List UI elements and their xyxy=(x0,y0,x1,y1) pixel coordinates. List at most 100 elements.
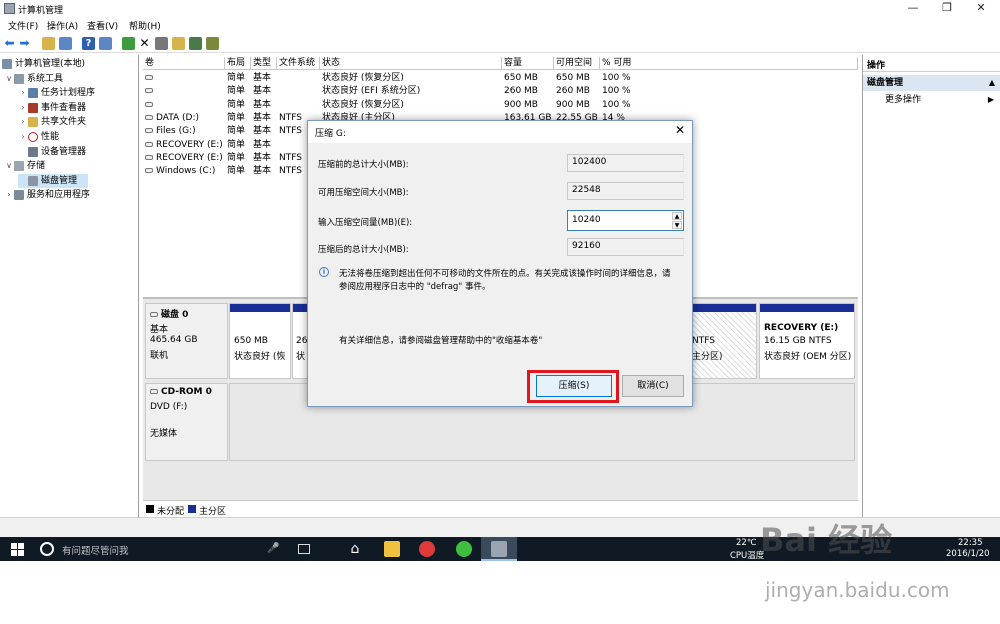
tree-system-tools[interactable]: ∨ 系统工具 xyxy=(4,72,63,86)
table-cell: 简单 xyxy=(227,166,246,177)
tree-shared-folders[interactable]: › 共享文件夹 xyxy=(18,115,86,129)
col-free[interactable]: 可用空间 xyxy=(554,57,600,70)
table-cell: 260 MB xyxy=(556,86,590,97)
table-cell xyxy=(143,99,225,112)
partition-status: 主分区) xyxy=(692,352,723,362)
maximize-button[interactable]: ❐ xyxy=(932,0,962,17)
windows-start-icon[interactable] xyxy=(11,543,24,556)
col-volume[interactable]: 卷 xyxy=(143,57,225,70)
cortana-search-box[interactable]: 有问题尽管问我 🎤 xyxy=(35,537,285,561)
minimize-button[interactable]: — xyxy=(898,0,928,17)
table-cell: 简单 xyxy=(227,126,246,137)
table-cell: 基本 xyxy=(253,139,272,150)
partition-size: 650 MB xyxy=(234,336,268,346)
shared-folder-icon xyxy=(28,116,38,127)
close-window-button[interactable]: ✕ xyxy=(966,0,996,17)
tools-icon xyxy=(14,73,24,84)
table-cell: RECOVERY (E:) xyxy=(143,139,225,152)
chevron-right-icon[interactable]: › xyxy=(18,101,28,115)
task-view-icon[interactable] xyxy=(298,544,310,554)
help-icon[interactable]: ? xyxy=(82,37,95,50)
legend: 未分配 主分区 xyxy=(143,500,858,517)
chevron-down-icon[interactable]: ∨ xyxy=(4,159,14,173)
col-layout[interactable]: 布局 xyxy=(225,57,251,70)
table-row[interactable]: 简单 基本 状态良好 (EFI 系统分区) 260 MB 260 MB 100 % xyxy=(143,85,663,98)
dialog-close-icon[interactable]: ✕ xyxy=(672,123,688,137)
partition-fs: NTFS xyxy=(692,336,715,346)
chevron-right-icon[interactable]: › xyxy=(18,86,28,100)
tree-storage[interactable]: ∨ 存储 xyxy=(4,159,45,173)
col-capacity[interactable]: 容量 xyxy=(502,57,554,70)
back-arrow-icon[interactable]: ⬅ xyxy=(3,37,16,50)
table-cell: 简单 xyxy=(227,112,246,123)
table-cell: 简单 xyxy=(227,86,246,97)
delete-icon[interactable]: ✕ xyxy=(138,37,151,50)
partition-recovery-650[interactable]: 650 MB 状态良好 (恢 xyxy=(229,303,291,379)
app-icon-green[interactable] xyxy=(456,541,472,557)
table-row[interactable]: 简单 基本 状态良好 (恢复分区) 650 MB 650 MB 100 % xyxy=(143,72,663,85)
cancel-button[interactable]: 取消(C) xyxy=(622,375,684,397)
file-explorer-icon[interactable] xyxy=(384,541,400,557)
chevron-down-icon[interactable]: ∨ xyxy=(4,72,14,86)
partition-recovery-e[interactable]: RECOVERY (E:) 16.15 GB NTFS 状态良好 (OEM 分区… xyxy=(759,303,855,379)
col-status[interactable]: 状态 xyxy=(320,57,502,70)
chevron-right-icon[interactable]: › xyxy=(4,188,14,202)
tree-disk-management[interactable]: 磁盘管理 xyxy=(18,174,88,188)
table-cell: 100 % xyxy=(602,86,631,97)
search-icon[interactable] xyxy=(189,37,202,50)
disk0-label[interactable]: 磁盘 0 基本 465.64 GB 联机 xyxy=(145,303,228,379)
cdrom0-label[interactable]: CD-ROM 0 DVD (F:) 无媒体 xyxy=(145,383,228,461)
table-cell: 650 MB xyxy=(556,73,590,83)
menu-action[interactable]: 操作(A) xyxy=(47,19,78,32)
partition-status: 状态良好 (恢 xyxy=(234,352,286,362)
check-icon[interactable] xyxy=(206,37,219,50)
computer-management-icon xyxy=(491,541,507,557)
disk0-type: 基本 xyxy=(150,325,169,335)
tree-root[interactable]: 计算机管理(本地) xyxy=(2,57,85,71)
tree-event-viewer[interactable]: › 事件查看器 xyxy=(18,101,86,115)
legend-primary: 主分区 xyxy=(199,507,227,517)
shrink-amount-input[interactable]: 10240 ▲ ▼ xyxy=(567,210,684,231)
col-filesystem[interactable]: 文件系统 xyxy=(277,57,320,70)
up-folder-icon[interactable] xyxy=(42,37,55,50)
tree-performance[interactable]: › 性能 xyxy=(18,130,59,144)
spin-down-icon[interactable]: ▼ xyxy=(672,221,682,229)
view-icon[interactable] xyxy=(99,37,112,50)
tree-task-scheduler[interactable]: › 任务计划程序 xyxy=(18,86,95,100)
menu-view[interactable]: 查看(V) xyxy=(87,19,118,32)
taskbar-computer-management[interactable] xyxy=(481,537,517,561)
info-icon: i xyxy=(319,267,329,277)
tree-services-apps[interactable]: › 服务和应用程序 xyxy=(4,188,90,202)
partition-size: 26 xyxy=(296,336,308,346)
forward-arrow-icon[interactable]: ➡ xyxy=(18,37,31,50)
open-folder-icon[interactable] xyxy=(172,37,185,50)
properties-icon[interactable] xyxy=(155,37,168,50)
menu-help[interactable]: 帮助(H) xyxy=(129,19,161,32)
table-cell: Windows (C:) xyxy=(143,165,225,178)
chevron-right-icon[interactable]: › xyxy=(18,115,28,129)
toolbar: ⬅ ➡ ? ✕ xyxy=(0,34,1000,53)
refresh-icon[interactable] xyxy=(122,37,135,50)
chevron-right-icon[interactable]: › xyxy=(18,130,28,144)
table-cell: 650 MB xyxy=(504,73,538,83)
table-cell xyxy=(143,85,225,98)
partition-files-g[interactable]: NTFS 主分区) xyxy=(689,303,757,379)
shrink-dialog: 压缩 G: ✕ 压缩前的总计大小(MB): 102400 可用压缩空间大小(MB… xyxy=(307,120,693,407)
table-cell: 简单 xyxy=(227,139,246,150)
table-row[interactable]: 简单 基本 状态良好 (恢复分区) 900 MB 900 MB 100 % xyxy=(143,99,663,112)
spin-up-icon[interactable]: ▲ xyxy=(672,212,682,220)
table-cell: DATA (D:) xyxy=(143,112,225,125)
col-type[interactable]: 类型 xyxy=(251,57,277,70)
tree-device-manager[interactable]: 设备管理器 xyxy=(18,145,86,159)
menu-file[interactable]: 文件(F) xyxy=(8,19,38,32)
microphone-icon[interactable]: 🎤 xyxy=(267,543,279,554)
home-icon[interactable]: ⌂ xyxy=(347,541,363,557)
cdrom0-media: 无媒体 xyxy=(150,429,178,439)
table-cell: 状态良好 (恢复分区) xyxy=(322,73,404,83)
actions-more[interactable]: 更多操作 ▶ xyxy=(863,93,1000,107)
shrink-button[interactable]: 压缩(S) xyxy=(536,375,612,397)
actions-section-disk-management[interactable]: 磁盘管理 ▲ xyxy=(863,75,1000,91)
app-icon-red[interactable] xyxy=(419,541,435,557)
col-percent-free[interactable]: % 可用 xyxy=(600,57,858,70)
show-hide-tree-icon[interactable] xyxy=(59,37,72,50)
